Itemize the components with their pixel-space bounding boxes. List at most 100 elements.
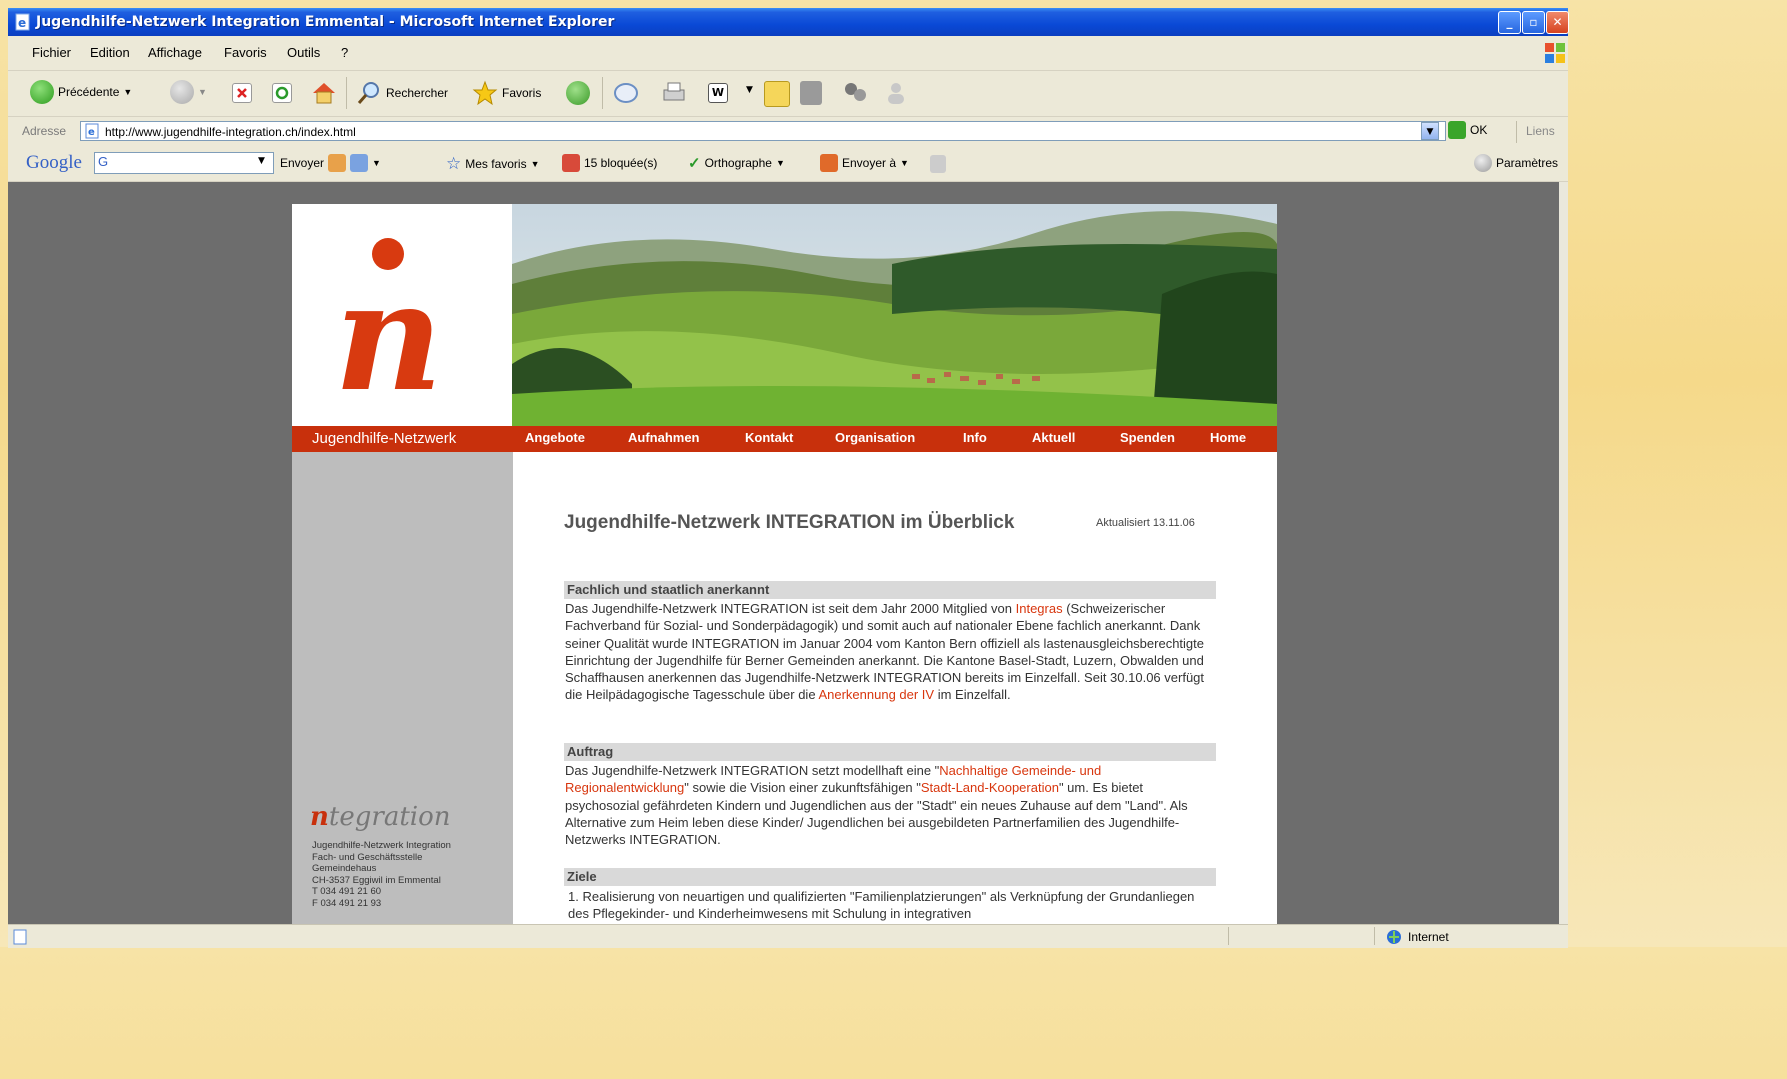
address-input[interactable]: e http://www.jugendhilfe-integration.ch/… [80, 121, 1446, 141]
send-to-label: Envoyer à [842, 156, 897, 170]
back-button[interactable]: Précédente ▼ [30, 80, 132, 104]
send-to-button[interactable]: Envoyer à ▼ [820, 154, 909, 172]
org-address: Jugendhilfe-Netzwerk Integration Fach- u… [312, 840, 451, 909]
vertical-scrollbar[interactable] [1559, 182, 1568, 924]
nav-angebote[interactable]: Angebote [525, 430, 585, 445]
chevron-down-icon[interactable]: ▼ [123, 87, 132, 97]
go-button[interactable]: OK [1448, 121, 1487, 139]
history-icon[interactable] [566, 81, 590, 105]
address-line: F 034 491 21 93 [312, 897, 382, 909]
toolbar-separator [1516, 121, 1517, 143]
ie-page-icon: e [14, 13, 32, 31]
svg-text:e: e [88, 127, 95, 138]
google-toolbar: Google G ▼ Envoyer ▼ ☆ Mes favoris ▼ 15 … [8, 147, 1568, 182]
mail-icon[interactable] [612, 80, 640, 106]
nav-organisation[interactable]: Organisation [835, 430, 915, 445]
highlight-icon[interactable] [930, 155, 946, 173]
chevron-down-icon[interactable]: ▼ [198, 87, 207, 97]
send-to-icon [820, 154, 838, 172]
section-heading: Ziele [564, 868, 1216, 886]
maximize-button[interactable]: ▫ [1522, 11, 1545, 34]
link-iv-recognition[interactable]: Anerkennung der IV [818, 687, 934, 702]
status-separator [1228, 927, 1229, 945]
integration-wordmark: ntegration [310, 802, 450, 832]
status-bar: Internet [8, 924, 1568, 948]
toolbar-separator [346, 77, 347, 109]
popup-blocked-label: 15 bloquée(s) [584, 156, 658, 170]
home-icon[interactable] [310, 79, 338, 107]
svg-text:e: e [18, 16, 26, 30]
link-city-country-cooperation[interactable]: Stadt-Land-Kooperation [921, 780, 1059, 795]
close-button[interactable]: ✕ [1546, 11, 1569, 34]
popup-blocker-button[interactable]: 15 bloquée(s) [562, 154, 657, 172]
chevron-down-icon[interactable]: ▼ [258, 156, 265, 166]
links-button[interactable]: Liens [1526, 124, 1555, 138]
google-logo[interactable]: Google [26, 152, 82, 174]
stop-icon[interactable] [232, 83, 252, 103]
messenger-icon[interactable] [840, 79, 870, 107]
nav-home[interactable]: Home [1210, 430, 1246, 445]
browser-viewport[interactable]: n Jugendhilfe-Netzwerk Angebote Aufnahme… [8, 182, 1559, 924]
goals-list-item: 1. Realisierung von neuartigen und quali… [568, 889, 1195, 922]
minimize-button[interactable]: _ [1498, 11, 1521, 34]
window-title: Jugendhilfe-Netzwerk Integration Emmenta… [36, 14, 615, 30]
menu-bar: Fichier Edition Affichage Favoris Outils… [8, 36, 1568, 71]
print-icon[interactable] [660, 80, 688, 106]
go-label: OK [1470, 123, 1488, 137]
link-integras[interactable]: Integras [1016, 601, 1063, 616]
google-send-label: Envoyer [280, 156, 325, 170]
window-title-bar[interactable]: e Jugendhilfe-Netzwerk Integration Emmen… [8, 8, 1569, 36]
google-send-button[interactable]: Envoyer ▼ [280, 154, 381, 172]
chevron-down-icon[interactable]: ▼ [746, 85, 753, 95]
search-button[interactable]: Rechercher [356, 80, 448, 106]
google-settings-label: Paramètres [1496, 156, 1559, 170]
nav-info[interactable]: Info [963, 430, 987, 445]
star-outline-icon: ☆ [446, 154, 462, 173]
chevron-down-icon[interactable]: ▼ [776, 158, 785, 168]
research-icon[interactable] [800, 81, 822, 105]
star-icon [472, 80, 498, 106]
menu-help[interactable]: ? [341, 45, 348, 60]
page-title: Jugendhilfe-Netzwerk INTEGRATION im Über… [564, 512, 1015, 533]
notes-icon[interactable] [764, 81, 790, 107]
logo-letter-n: n [334, 249, 444, 425]
address-line: Fach- und Geschäftsstelle [312, 851, 423, 863]
nav-brand[interactable]: Jugendhilfe-Netzwerk [312, 430, 456, 447]
section-heading: Fachlich und staatlich anerkannt [564, 581, 1216, 599]
section-heading: Auftrag [564, 743, 1216, 761]
menu-view[interactable]: Affichage [148, 45, 202, 60]
nav-kontakt[interactable]: Kontakt [745, 430, 793, 445]
chevron-down-icon[interactable]: ▼ [900, 158, 909, 168]
back-label: Précédente [58, 85, 120, 99]
favorites-button[interactable]: Favoris [472, 80, 541, 106]
site-logo[interactable]: n [292, 204, 512, 426]
chevron-down-icon[interactable]: ▼ [372, 158, 381, 168]
google-bookmarks-button[interactable]: ☆ Mes favoris ▼ [446, 154, 540, 174]
menu-file[interactable]: Fichier [32, 45, 71, 60]
menu-tools[interactable]: Outils [287, 45, 320, 60]
menu-edit[interactable]: Edition [90, 45, 130, 60]
site-nav-bar: Jugendhilfe-Netzwerk Angebote Aufnahmen … [292, 426, 1277, 452]
address-url: http://www.jugendhilfe-integration.ch/in… [105, 125, 356, 139]
google-search-input[interactable]: G [94, 152, 274, 174]
google-settings-button[interactable]: Paramètres [1474, 154, 1558, 172]
nav-aufnahmen[interactable]: Aufnahmen [628, 430, 700, 445]
contacts-icon[interactable] [882, 79, 910, 107]
menu-favorites[interactable]: Favoris [224, 45, 267, 60]
go-arrow-icon [1448, 121, 1466, 139]
text: im Einzelfall. [934, 687, 1011, 703]
section-text: Das Jugendhilfe-Netzwerk INTEGRATION ist… [565, 600, 1217, 704]
refresh-icon[interactable] [272, 83, 292, 103]
spellcheck-button[interactable]: ✓ Orthographe ▼ [688, 154, 785, 172]
section-text: Das Jugendhilfe-Netzwerk INTEGRATION set… [565, 762, 1217, 848]
word-edit-icon[interactable]: W [708, 83, 728, 103]
send-icon [328, 154, 347, 172]
chevron-down-icon[interactable]: ▼ [531, 159, 540, 169]
toolbar-separator [602, 77, 603, 109]
address-dropdown-button[interactable]: ▼ [1421, 122, 1439, 140]
google-search-prefix: G [98, 154, 109, 169]
forward-button[interactable]: ▼ [170, 80, 207, 104]
nav-spenden[interactable]: Spenden [1120, 430, 1175, 445]
nav-aktuell[interactable]: Aktuell [1032, 430, 1075, 445]
settings-icon [1474, 154, 1492, 172]
